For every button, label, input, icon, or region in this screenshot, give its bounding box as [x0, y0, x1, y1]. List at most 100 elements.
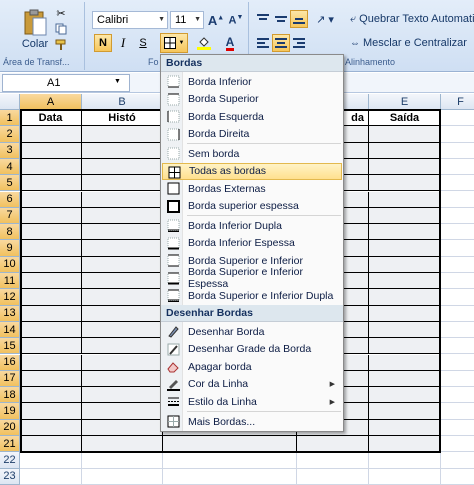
cell[interactable]	[369, 142, 441, 159]
cell[interactable]	[20, 370, 82, 388]
font-name-combo[interactable]: Calibri ▼	[92, 11, 168, 29]
cell[interactable]	[369, 452, 441, 469]
cell[interactable]	[82, 158, 163, 176]
cell[interactable]	[20, 468, 82, 485]
menu-item-eraser[interactable]: Apagar borda	[162, 358, 342, 375]
cell[interactable]	[82, 403, 163, 420]
shrink-font-button[interactable]: A▼	[228, 11, 244, 29]
cell[interactable]	[369, 240, 441, 257]
cell[interactable]	[82, 142, 163, 159]
cell[interactable]: Histó	[82, 110, 163, 127]
cell[interactable]	[20, 126, 82, 143]
cell[interactable]	[441, 436, 474, 453]
cell[interactable]	[369, 273, 441, 290]
cell[interactable]	[369, 158, 441, 176]
cell[interactable]	[441, 208, 474, 225]
cell[interactable]	[82, 207, 163, 225]
menu-item-draw-border-grid[interactable]: Desenhar Grade da Borda	[162, 341, 342, 358]
cell[interactable]	[369, 305, 441, 322]
cell[interactable]	[82, 273, 163, 290]
cell[interactable]	[20, 240, 82, 257]
cell[interactable]	[441, 452, 474, 469]
cell[interactable]	[82, 305, 163, 322]
row-header[interactable]: 15	[0, 338, 20, 355]
cell[interactable]	[441, 192, 474, 208]
cell[interactable]	[163, 468, 297, 485]
cell[interactable]	[82, 224, 163, 241]
menu-item-top-double-bottom-border[interactable]: Borda Superior e Inferior Dupla	[162, 287, 342, 304]
cell[interactable]	[20, 256, 82, 273]
menu-item-draw-border[interactable]: Desenhar Borda	[162, 323, 342, 340]
row-header[interactable]: 1	[0, 110, 20, 127]
paste-button[interactable]: Colar	[18, 4, 52, 54]
menu-item-top-border[interactable]: Borda Superior	[162, 91, 342, 108]
cell[interactable]	[369, 370, 441, 388]
row-header[interactable]: 18	[0, 387, 20, 404]
cell[interactable]	[20, 354, 82, 371]
cell[interactable]	[369, 403, 441, 420]
cell[interactable]	[441, 159, 474, 176]
cell[interactable]	[369, 436, 441, 453]
cell[interactable]	[369, 468, 441, 485]
row-header[interactable]: 21	[0, 436, 20, 453]
column-header[interactable]: B	[82, 94, 163, 110]
menu-item-double-bottom-border[interactable]: Borda Inferior Dupla	[162, 217, 342, 234]
grow-font-button[interactable]: A▲	[208, 11, 224, 29]
cell[interactable]	[441, 403, 474, 420]
align-bottom-button[interactable]	[290, 10, 308, 28]
cell[interactable]	[441, 143, 474, 159]
row-header[interactable]: 10	[0, 256, 20, 273]
cell[interactable]	[441, 306, 474, 322]
row-header[interactable]: 17	[0, 370, 20, 388]
menu-item-right-border[interactable]: Borda Direita	[162, 126, 342, 143]
cell[interactable]	[369, 175, 441, 192]
cell[interactable]	[82, 191, 163, 208]
orientation-button[interactable]: ↗ ▾	[312, 10, 338, 28]
row-header[interactable]: 22	[0, 452, 20, 469]
cell[interactable]	[20, 273, 82, 290]
row-header[interactable]: 3	[0, 142, 20, 159]
row-header[interactable]: 20	[0, 419, 20, 436]
column-header[interactable]: E	[369, 94, 441, 110]
row-header[interactable]: 9	[0, 240, 20, 257]
cell[interactable]	[82, 370, 163, 388]
name-box[interactable]: A1	[2, 74, 130, 92]
row-header[interactable]: 12	[0, 289, 20, 306]
cell[interactable]	[441, 387, 474, 404]
cell[interactable]	[20, 289, 82, 306]
cell[interactable]	[82, 256, 163, 273]
cell[interactable]	[441, 175, 474, 192]
cell[interactable]	[369, 207, 441, 225]
align-middle-button[interactable]	[272, 10, 290, 28]
cell[interactable]	[441, 371, 474, 388]
column-header[interactable]: A	[20, 94, 82, 110]
align-center-button[interactable]	[272, 34, 290, 52]
cell[interactable]	[369, 354, 441, 371]
chevron-down-icon[interactable]: ▼	[114, 78, 121, 85]
row-header[interactable]: 4	[0, 158, 20, 176]
cell[interactable]	[369, 224, 441, 241]
cell[interactable]	[369, 419, 441, 436]
menu-item-thick-top-border[interactable]: Borda superior espessa	[162, 198, 342, 215]
cell[interactable]	[441, 289, 474, 306]
cell[interactable]	[20, 142, 82, 159]
cell[interactable]	[163, 452, 297, 469]
menu-item-top-thick-bottom-border[interactable]: Borda Superior e Inferior Espessa	[162, 266, 342, 290]
fill-color-button[interactable]	[193, 34, 215, 52]
row-header[interactable]: 7	[0, 207, 20, 225]
row-header[interactable]: 2	[0, 126, 20, 143]
cell[interactable]	[297, 436, 369, 453]
cell[interactable]	[20, 338, 82, 355]
row-header[interactable]: 19	[0, 403, 20, 420]
cell[interactable]	[297, 452, 369, 469]
bold-button[interactable]: N	[94, 34, 112, 52]
align-right-button[interactable]	[290, 34, 308, 52]
row-header[interactable]: 13	[0, 305, 20, 322]
select-all-corner[interactable]	[0, 94, 20, 110]
cell[interactable]	[441, 420, 474, 436]
align-top-button[interactable]	[254, 10, 272, 28]
cell[interactable]	[82, 354, 163, 371]
cell[interactable]	[20, 191, 82, 208]
cell[interactable]	[20, 175, 82, 192]
menu-item-left-border[interactable]: Borda Esquerda	[162, 108, 342, 125]
